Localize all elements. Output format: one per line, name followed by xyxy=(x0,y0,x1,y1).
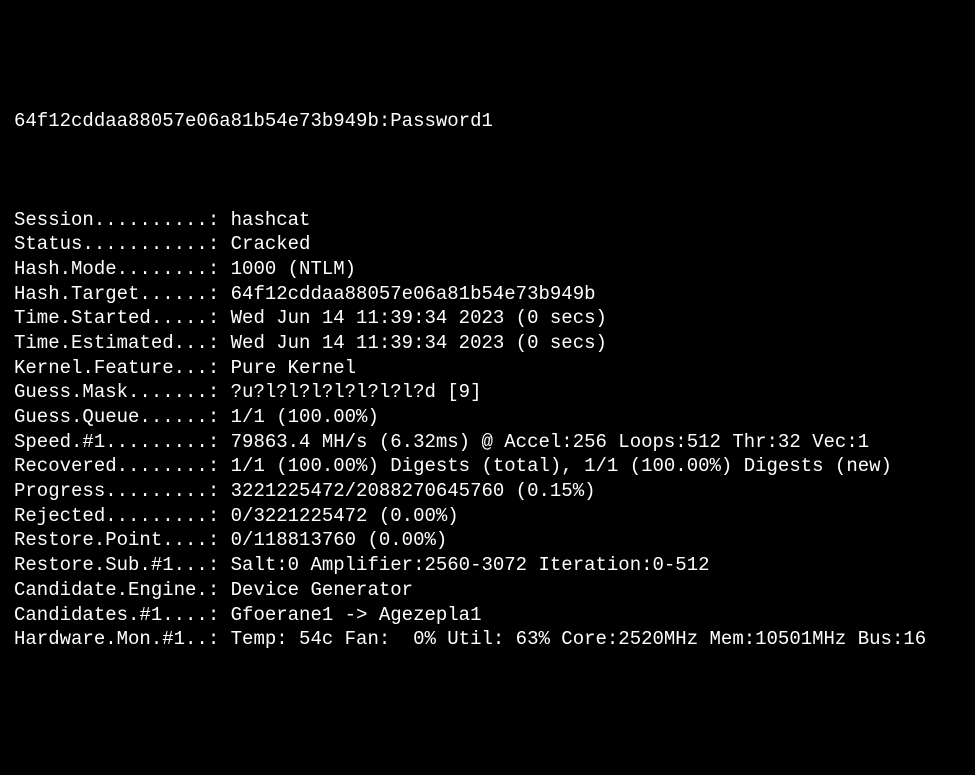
status-line: Kernel.Feature...: Pure Kernel xyxy=(14,356,961,381)
status-line: Time.Started.....: Wed Jun 14 11:39:34 2… xyxy=(14,306,961,331)
status-value: Wed Jun 14 11:39:34 2023 (0 secs) xyxy=(219,307,607,329)
status-line: Restore.Point....: 0/118813760 (0.00%) xyxy=(14,528,961,553)
status-label: Restore.Point....: xyxy=(14,529,219,551)
status-line: Status...........: Cracked xyxy=(14,232,961,257)
status-label: Rejected.........: xyxy=(14,505,219,527)
status-label: Session..........: xyxy=(14,209,219,231)
cracked-output-line: 64f12cddaa88057e06a81b54e73b949b:Passwor… xyxy=(14,109,961,134)
status-label: Hardware.Mon.#1..: xyxy=(14,628,219,650)
status-label: Guess.Mask.......: xyxy=(14,381,219,403)
status-label: Candidates.#1....: xyxy=(14,604,219,626)
status-value: 1/1 (100.00%) xyxy=(219,406,379,428)
status-value: 1/1 (100.00%) Digests (total), 1/1 (100.… xyxy=(219,455,892,477)
status-line: Progress.........: 3221225472/2088270645… xyxy=(14,479,961,504)
status-value: 64f12cddaa88057e06a81b54e73b949b xyxy=(219,283,595,305)
status-value: hashcat xyxy=(219,209,310,231)
cracked-separator: : xyxy=(379,110,390,132)
status-value: Device Generator xyxy=(219,579,413,601)
status-value: Temp: 54c Fan: 0% Util: 63% Core:2520MHz… xyxy=(219,628,926,650)
status-label: Kernel.Feature...: xyxy=(14,357,219,379)
status-label: Status...........: xyxy=(14,233,219,255)
status-value: 0/3221225472 (0.00%) xyxy=(219,505,458,527)
status-value: Gfoerane1 -> Agezepla1 xyxy=(219,604,481,626)
status-value: 3221225472/2088270645760 (0.15%) xyxy=(219,480,595,502)
status-label: Speed.#1.........: xyxy=(14,431,219,453)
status-block: Session..........: hashcatStatus........… xyxy=(14,208,961,652)
status-label: Guess.Queue......: xyxy=(14,406,219,428)
status-label: Candidate.Engine.: xyxy=(14,579,219,601)
status-line: Hardware.Mon.#1..: Temp: 54c Fan: 0% Uti… xyxy=(14,627,961,652)
status-value: ?u?l?l?l?l?l?l?l?d [9] xyxy=(219,381,481,403)
status-line: Guess.Mask.......: ?u?l?l?l?l?l?l?l?d [9… xyxy=(14,380,961,405)
status-value: Salt:0 Amplifier:2560-3072 Iteration:0-5… xyxy=(219,554,709,576)
status-line: Rejected.........: 0/3221225472 (0.00%) xyxy=(14,504,961,529)
status-value: 1000 (NTLM) xyxy=(219,258,356,280)
status-line: Speed.#1.........: 79863.4 MH/s (6.32ms)… xyxy=(14,430,961,455)
status-line: Restore.Sub.#1...: Salt:0 Amplifier:2560… xyxy=(14,553,961,578)
status-value: 0/118813760 (0.00%) xyxy=(219,529,447,551)
cracked-hash: 64f12cddaa88057e06a81b54e73b949b xyxy=(14,110,379,132)
status-label: Hash.Target......: xyxy=(14,283,219,305)
status-line: Candidate.Engine.: Device Generator xyxy=(14,578,961,603)
status-label: Progress.........: xyxy=(14,480,219,502)
status-value: 79863.4 MH/s (6.32ms) @ Accel:256 Loops:… xyxy=(219,431,869,453)
status-value: Wed Jun 14 11:39:34 2023 (0 secs) xyxy=(219,332,607,354)
status-label: Time.Estimated...: xyxy=(14,332,219,354)
status-line: Session..........: hashcat xyxy=(14,208,961,233)
status-label: Hash.Mode........: xyxy=(14,258,219,280)
status-label: Recovered........: xyxy=(14,455,219,477)
status-line: Candidates.#1....: Gfoerane1 -> Agezepla… xyxy=(14,603,961,628)
blank-line xyxy=(14,158,961,183)
cracked-plaintext: Password1 xyxy=(390,110,493,132)
status-value: Pure Kernel xyxy=(219,357,356,379)
status-line: Recovered........: 1/1 (100.00%) Digests… xyxy=(14,454,961,479)
status-line: Time.Estimated...: Wed Jun 14 11:39:34 2… xyxy=(14,331,961,356)
status-value: Cracked xyxy=(219,233,310,255)
status-label: Time.Started.....: xyxy=(14,307,219,329)
status-line: Guess.Queue......: 1/1 (100.00%) xyxy=(14,405,961,430)
status-label: Restore.Sub.#1...: xyxy=(14,554,219,576)
status-line: Hash.Target......: 64f12cddaa88057e06a81… xyxy=(14,282,961,307)
status-line: Hash.Mode........: 1000 (NTLM) xyxy=(14,257,961,282)
